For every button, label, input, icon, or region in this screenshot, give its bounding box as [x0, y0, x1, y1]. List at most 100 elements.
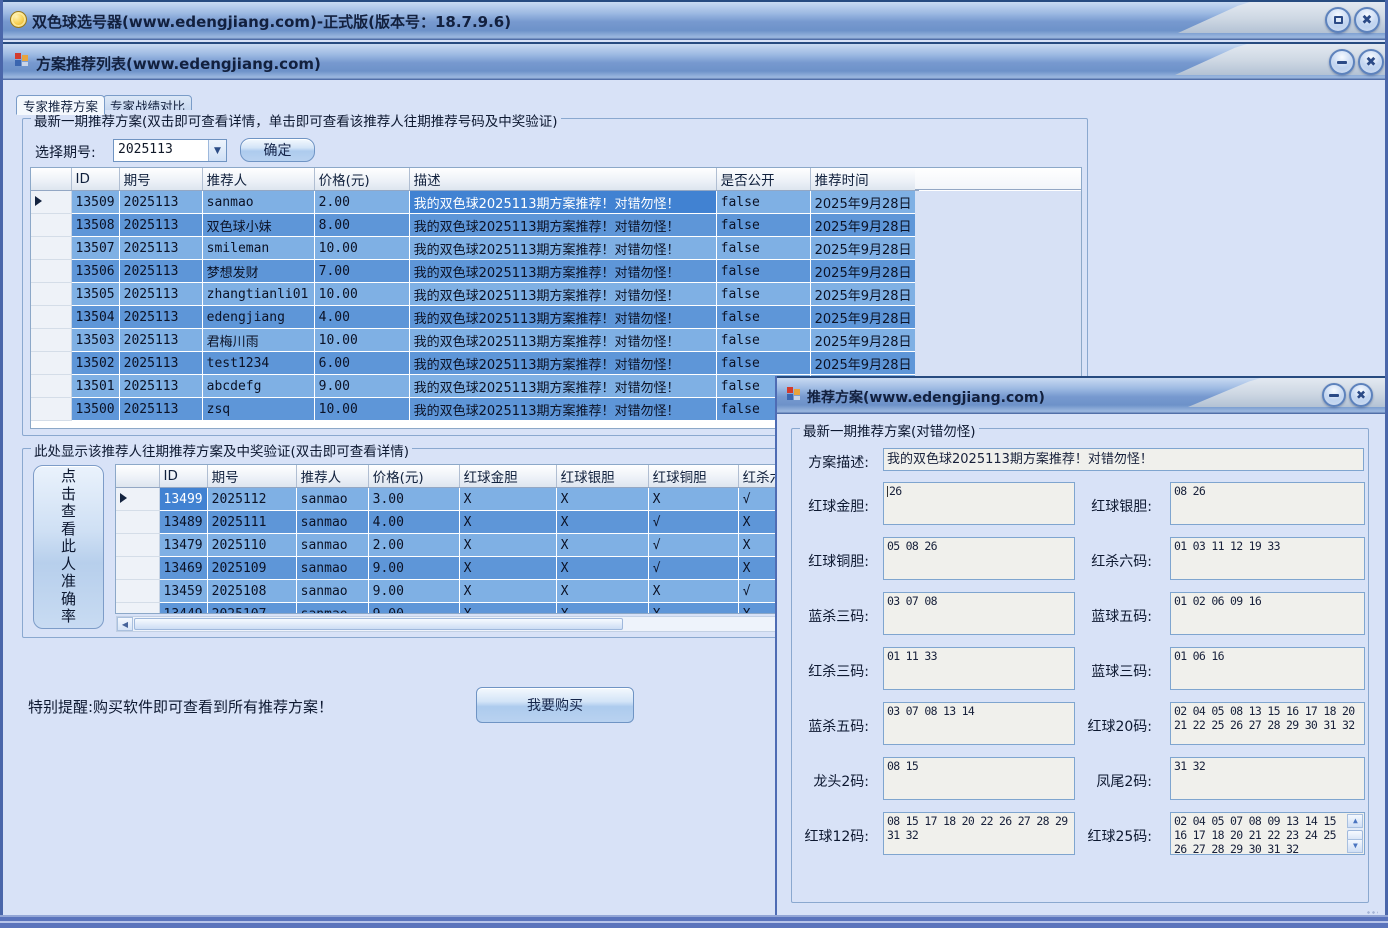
field-textbox[interactable]: 01 06 16: [1170, 647, 1365, 690]
row-selector[interactable]: [31, 398, 71, 421]
cell[interactable]: 2025113: [119, 375, 202, 398]
cell[interactable]: 13489: [159, 511, 207, 534]
cell[interactable]: 2025113: [119, 214, 202, 237]
cell[interactable]: X: [459, 488, 556, 511]
cell[interactable]: 2025年9月28日: [810, 191, 918, 214]
cell[interactable]: false: [716, 214, 810, 237]
field-textbox[interactable]: 08 15: [883, 757, 1075, 800]
scroll-down-button[interactable]: ▼: [1347, 839, 1363, 853]
cell[interactable]: X: [459, 603, 556, 615]
close-button[interactable]: ✖: [1354, 7, 1380, 33]
cell[interactable]: 9.00: [314, 375, 409, 398]
cell[interactable]: 13507: [71, 237, 119, 260]
cell[interactable]: 我的双色球2025113期方案推荐！对错勿怪！: [409, 306, 716, 329]
cell[interactable]: X: [459, 557, 556, 580]
cell[interactable]: sanmao: [296, 580, 368, 603]
cell[interactable]: sanmao: [296, 557, 368, 580]
period-combobox[interactable]: 2025113 ▼: [113, 139, 227, 162]
cell[interactable]: 2025年9月28日: [810, 214, 918, 237]
column-header[interactable]: 推荐人: [202, 168, 314, 191]
cell[interactable]: 2.00: [314, 191, 409, 214]
field-textbox[interactable]: 08 26: [1170, 482, 1365, 525]
field-textbox[interactable]: 26: [883, 482, 1075, 525]
row-selector[interactable]: [31, 306, 71, 329]
cell[interactable]: 10.00: [314, 237, 409, 260]
cell[interactable]: sanmao: [296, 511, 368, 534]
cell[interactable]: √: [648, 534, 738, 557]
cell[interactable]: 2025113: [119, 306, 202, 329]
row-selector[interactable]: [116, 580, 159, 603]
cell[interactable]: X: [556, 557, 648, 580]
cell[interactable]: test1234: [202, 352, 314, 375]
cell[interactable]: 9.00: [368, 580, 459, 603]
desc-textbox[interactable]: 我的双色球2025113期方案推荐！对错勿怪！: [883, 448, 1364, 471]
cell[interactable]: X: [648, 603, 738, 615]
cell[interactable]: 2025113: [119, 352, 202, 375]
cell[interactable]: 我的双色球2025113期方案推荐！对错勿怪！: [409, 214, 716, 237]
cell[interactable]: 我的双色球2025113期方案推荐！对错勿怪！: [409, 398, 716, 421]
column-header[interactable]: 价格(元): [314, 168, 409, 191]
cell[interactable]: 我的双色球2025113期方案推荐！对错勿怪！: [409, 329, 716, 352]
cell[interactable]: 2025年9月28日: [810, 352, 918, 375]
cell[interactable]: X: [648, 580, 738, 603]
cell[interactable]: 13469: [159, 557, 207, 580]
row-selector[interactable]: [116, 603, 159, 615]
cell[interactable]: 13501: [71, 375, 119, 398]
cell[interactable]: 13459: [159, 580, 207, 603]
field-textbox[interactable]: 05 08 26: [883, 537, 1075, 580]
buy-button[interactable]: 我要购买: [476, 687, 634, 723]
column-header[interactable]: 期号: [119, 168, 202, 191]
cell[interactable]: false: [716, 260, 810, 283]
cell[interactable]: zhangtianli01: [202, 283, 314, 306]
cell[interactable]: 13504: [71, 306, 119, 329]
cell[interactable]: 我的双色球2025113期方案推荐！对错勿怪！: [409, 260, 716, 283]
row-selector[interactable]: [31, 260, 71, 283]
cell[interactable]: 2025113: [119, 260, 202, 283]
column-header[interactable]: 红球金胆: [459, 465, 556, 488]
cell[interactable]: false: [716, 283, 810, 306]
cell[interactable]: √: [648, 511, 738, 534]
column-header[interactable]: 期号: [207, 465, 296, 488]
column-header[interactable]: 是否公开: [716, 168, 810, 191]
cell[interactable]: 2025113: [119, 283, 202, 306]
cell[interactable]: 4.00: [368, 511, 459, 534]
cell[interactable]: sanmao: [296, 534, 368, 557]
cell[interactable]: false: [716, 329, 810, 352]
cell[interactable]: 13499: [159, 488, 207, 511]
row-selector[interactable]: [31, 237, 71, 260]
cell[interactable]: 7.00: [314, 260, 409, 283]
cell[interactable]: 13449: [159, 603, 207, 615]
child-close-button[interactable]: ✖: [1358, 49, 1384, 75]
row-selector[interactable]: [116, 534, 159, 557]
cell[interactable]: smileman: [202, 237, 314, 260]
cell[interactable]: 2025年9月28日: [810, 283, 918, 306]
scroll-up-button[interactable]: ▲: [1347, 814, 1363, 828]
cell[interactable]: 13505: [71, 283, 119, 306]
cell[interactable]: 2025108: [207, 580, 296, 603]
cell[interactable]: 10.00: [314, 283, 409, 306]
maximize-button[interactable]: [1325, 7, 1351, 33]
cell[interactable]: X: [556, 603, 648, 615]
cell[interactable]: 13506: [71, 260, 119, 283]
cell[interactable]: 13500: [71, 398, 119, 421]
cell[interactable]: 13503: [71, 329, 119, 352]
dialog-minimize-button[interactable]: [1322, 383, 1346, 407]
cell[interactable]: X: [556, 534, 648, 557]
combo-dropdown-button[interactable]: ▼: [208, 140, 226, 161]
cell[interactable]: 13479: [159, 534, 207, 557]
cell[interactable]: edengjiang: [202, 306, 314, 329]
row-selector[interactable]: [31, 214, 71, 237]
cell[interactable]: 我的双色球2025113期方案推荐！对错勿怪！: [409, 375, 716, 398]
cell[interactable]: X: [459, 580, 556, 603]
field-textbox[interactable]: 01 03 11 12 19 33: [1170, 537, 1365, 580]
field-textbox[interactable]: 01 11 33: [883, 647, 1075, 690]
cell[interactable]: 2025年9月28日: [810, 237, 918, 260]
field-textbox[interactable]: 02 04 05 08 13 15 16 17 18 20 21 22 25 2…: [1170, 702, 1365, 745]
cell[interactable]: 我的双色球2025113期方案推荐！对错勿怪！: [409, 237, 716, 260]
row-selector[interactable]: [31, 191, 71, 214]
cell[interactable]: false: [716, 306, 810, 329]
cell[interactable]: sanmao: [296, 603, 368, 615]
field-textbox[interactable]: 31 32: [1170, 757, 1365, 800]
cell[interactable]: X: [556, 580, 648, 603]
cell[interactable]: 双色球小妹: [202, 214, 314, 237]
